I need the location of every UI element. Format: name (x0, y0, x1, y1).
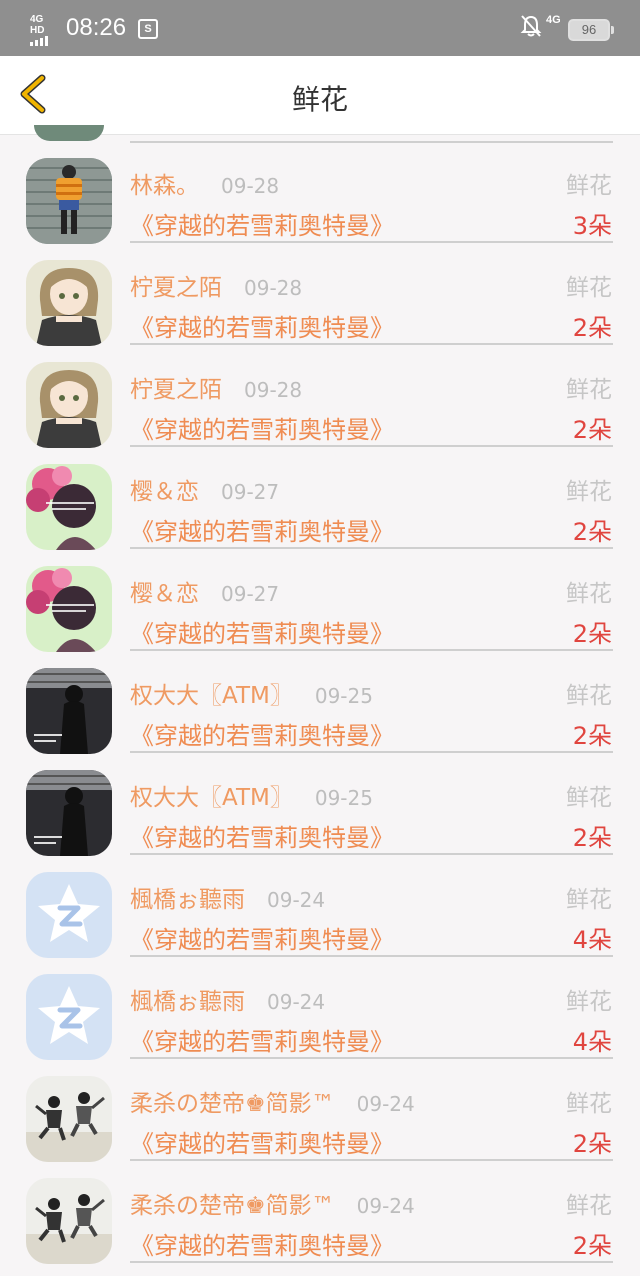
gift-type: 鲜花 (566, 377, 612, 403)
gift-type: 鲜花 (566, 275, 612, 301)
cellular-signal-icon: 4G HD (30, 14, 56, 46)
gift-date: 09-27 (221, 582, 280, 606)
sender-name: 柠夏之陌 09-28 (130, 268, 302, 302)
gift-type: 鲜花 (566, 1091, 612, 1117)
avatar[interactable] (26, 872, 112, 958)
book-title: 《穿越的若雪莉奥特曼》 (130, 1232, 394, 1260)
sender-name: 柠夏之陌 09-28 (130, 370, 302, 404)
flower-count: 4朵 (572, 1028, 612, 1056)
avatar[interactable] (26, 158, 112, 244)
flower-count: 2朵 (572, 1232, 612, 1260)
gift-type: 鲜花 (566, 581, 612, 607)
book-title: 《穿越的若雪莉奥特曼》 (130, 824, 394, 852)
gift-type: 鲜花 (566, 1193, 612, 1219)
gift-type: 鲜花 (566, 683, 612, 709)
divider (130, 1261, 613, 1263)
list-item[interactable]: 柠夏之陌 09-28 鲜花 《穿越的若雪莉奥特曼》 2朵 (0, 339, 640, 448)
sender-name-text: 柠夏之陌 (130, 275, 222, 301)
gift-date: 09-25 (314, 786, 373, 810)
avatar[interactable] (26, 770, 112, 856)
sender-name-text: 樱＆恋 (130, 581, 199, 607)
book-title: 《穿越的若雪莉奥特曼》 (130, 1130, 394, 1158)
list-item[interactable]: 楓橋ぉ聽雨 09-24 鲜花 《穿越的若雪莉奥特曼》 4朵 (0, 849, 640, 958)
avatar[interactable] (26, 668, 112, 754)
book-title: 《穿越的若雪莉奥特曼》 (130, 314, 394, 342)
gift-type: 鲜花 (566, 479, 612, 505)
sender-name: 樱＆恋 09-27 (130, 574, 279, 608)
avatar[interactable] (26, 1076, 112, 1162)
sender-name-text: 樱＆恋 (130, 479, 199, 505)
sender-name-text: 柔杀の楚帝♚简影™ (130, 1091, 335, 1117)
sender-name-text: 柔杀の楚帝♚简影™ (130, 1193, 335, 1219)
list-item[interactable]: 权大大〖ATM〗 09-25 鲜花 《穿越的若雪莉奥特曼》 2朵 (0, 645, 640, 754)
header-bar: 鲜花 (0, 56, 640, 135)
book-title: 《穿越的若雪莉奥特曼》 (130, 518, 394, 546)
book-title: 《穿越的若雪莉奥特曼》 (130, 212, 394, 240)
list-item[interactable]: 樱＆恋 09-27 鲜花 《穿越的若雪莉奥特曼》 2朵 (0, 441, 640, 550)
sender-name: 柔杀の楚帝♚简影™ 09-24 (130, 1186, 415, 1220)
gift-type: 鲜花 (566, 785, 612, 811)
avatar[interactable] (26, 566, 112, 652)
gift-date: 09-25 (314, 684, 373, 708)
sender-name-text: 楓橋ぉ聽雨 (130, 989, 245, 1015)
book-title: 《穿越的若雪莉奥特曼》 (130, 1028, 394, 1056)
avatar[interactable] (26, 260, 112, 346)
sender-name-text: 权大大〖ATM〗 (130, 785, 293, 811)
gift-date: 09-28 (221, 174, 280, 198)
book-title: 《穿越的若雪莉奥特曼》 (130, 416, 394, 444)
flower-count: 2朵 (572, 416, 612, 444)
flower-count: 2朵 (572, 620, 612, 648)
list-item[interactable]: 权大大〖ATM〗 09-25 鲜花 《穿越的若雪莉奥特曼》 2朵 (0, 747, 640, 856)
avatar[interactable] (26, 464, 112, 550)
sender-name-text: 权大大〖ATM〗 (130, 683, 293, 709)
avatar[interactable] (26, 1178, 112, 1264)
sender-name: 樱＆恋 09-27 (130, 472, 279, 506)
sim-icon: S (138, 19, 158, 39)
gift-date: 09-24 (356, 1194, 415, 1218)
page-title: 鲜花 (291, 83, 348, 116)
sender-name: 林森。 09-28 (130, 166, 279, 200)
gift-date: 09-28 (244, 378, 303, 402)
sender-name: 权大大〖ATM〗 09-25 (130, 676, 373, 710)
flower-count: 2朵 (572, 722, 612, 750)
sender-name: 柔杀の楚帝♚简影™ 09-24 (130, 1084, 415, 1118)
flower-count: 3朵 (572, 212, 612, 240)
network-type-right: 4G (546, 14, 561, 26)
list-item[interactable]: 林森。 09-28 鲜花 《穿越的若雪莉奥特曼》 3朵 (0, 135, 640, 244)
gift-type: 鲜花 (566, 173, 612, 199)
flower-count: 2朵 (572, 314, 612, 342)
sender-name: 权大大〖ATM〗 09-25 (130, 778, 373, 812)
gift-date: 09-24 (267, 888, 326, 912)
gift-date: 09-24 (356, 1092, 415, 1116)
gift-date: 09-28 (244, 276, 303, 300)
gift-type: 鲜花 (566, 989, 612, 1015)
flower-count: 2朵 (572, 824, 612, 852)
sender-name: 楓橋ぉ聽雨 09-24 (130, 982, 325, 1016)
list-item[interactable]: 楓橋ぉ聽雨 09-24 鲜花 《穿越的若雪莉奥特曼》 4朵 (0, 951, 640, 1060)
book-title: 《穿越的若雪莉奥特曼》 (130, 722, 394, 750)
gift-date: 09-27 (221, 480, 280, 504)
book-title: 《穿越的若雪莉奥特曼》 (130, 926, 394, 954)
flower-count: 2朵 (572, 518, 612, 546)
list-item[interactable]: 柔杀の楚帝♚简影™ 09-24 鲜花 《穿越的若雪莉奥特曼》 2朵 (0, 1053, 640, 1162)
sender-name-text: 楓橋ぉ聽雨 (130, 887, 245, 913)
battery-level: 96 (581, 22, 597, 37)
sender-name-text: 柠夏之陌 (130, 377, 222, 403)
flower-count: 4朵 (572, 926, 612, 954)
bell-muted-icon (520, 14, 542, 38)
gift-date: 09-24 (267, 990, 326, 1014)
book-title: 《穿越的若雪莉奥特曼》 (130, 620, 394, 648)
list-item[interactable]: 柔杀の楚帝♚简影™ 09-24 鲜花 《穿越的若雪莉奥特曼》 2朵 (0, 1155, 640, 1264)
avatar[interactable] (26, 362, 112, 448)
list-item[interactable]: 柠夏之陌 09-28 鲜花 《穿越的若雪莉奥特曼》 2朵 (0, 237, 640, 346)
status-bar: 4G HD 08:26 S 4G 96 (0, 0, 640, 56)
flower-count: 2朵 (572, 1130, 612, 1158)
sender-name-text: 林森。 (130, 173, 199, 199)
clock: 08:26 (66, 14, 127, 41)
sender-name: 楓橋ぉ聽雨 09-24 (130, 880, 325, 914)
avatar[interactable] (26, 974, 112, 1060)
gift-type: 鲜花 (566, 887, 612, 913)
battery-icon: 96 (568, 19, 614, 41)
list-item[interactable]: 樱＆恋 09-27 鲜花 《穿越的若雪莉奥特曼》 2朵 (0, 543, 640, 652)
